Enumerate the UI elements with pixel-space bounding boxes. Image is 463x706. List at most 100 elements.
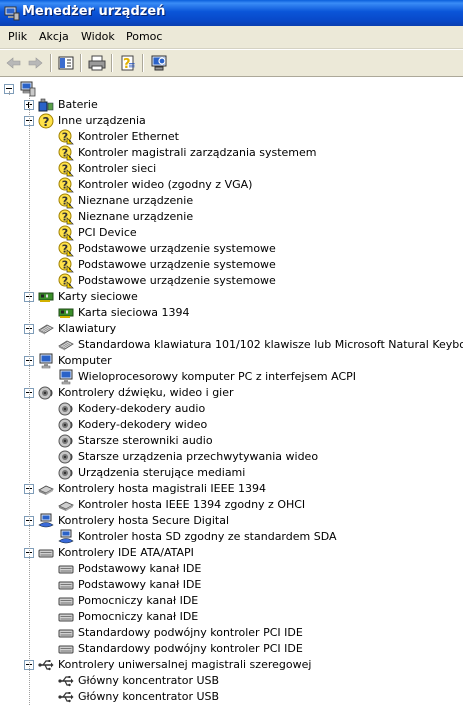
menu-pomoc[interactable]: Pomoc [126,30,162,43]
device-label: Pomocniczy kanał IDE [78,594,199,607]
device-label: Podstawowe urządzenie systemowe [78,274,276,287]
category-label: Karty sieciowe [58,290,138,303]
category-label: Kontrolery uniwersalnej magistrali szere… [58,658,312,671]
tree-category[interactable]: ? Inne urządzenia [0,113,463,129]
tree-device[interactable]: Kodery-dekodery audio [0,401,463,417]
warning-device-icon: ? [58,225,74,241]
device-label: Kontroler wideo (zgodny z VGA) [78,178,253,191]
help-icon[interactable]: ? ≡ [117,53,139,73]
window-title: Menedżer urządzeń [22,4,166,19]
ieee1394-icon [38,481,54,497]
warning-device-icon: ? [58,161,74,177]
device-tree[interactable]: Baterie ? Inne urządzenia? Kontroler Ethern… [0,77,463,706]
tree-device[interactable]: Starsze urządzenia przechwytywania wideo [0,449,463,465]
sd-host-icon [38,513,54,529]
tree-device[interactable]: Podstawowy kanał IDE [0,577,463,593]
keyboard-icon [38,321,54,337]
print-icon[interactable] [86,53,108,73]
toolbar: ? ≡ [0,49,463,77]
warning-device-icon: ? [58,129,74,145]
device-label: Starsze sterowniki audio [78,434,213,447]
device-label: Podstawowy kanał IDE [78,578,202,591]
toolbar-separator [111,54,113,72]
svg-text:≡: ≡ [128,61,136,71]
computer-node-icon [38,353,54,369]
tree-guide-line [9,91,10,95]
tree-device[interactable]: Kontroler hosta SD zgodny ze standardem … [0,529,463,545]
warning-device-icon: ? [58,209,74,225]
tree-device[interactable]: Standardowy podwójny kontroler PCI IDE [0,625,463,641]
scan-hardware-icon[interactable] [148,53,170,73]
tree-device[interactable]: Kontroler hosta IEEE 1394 zgodny z OHCI [0,497,463,513]
device-label: Wieloprocesorowy komputer PC z interfejs… [78,370,357,383]
tree-device[interactable]: Pomocniczy kanał IDE [0,609,463,625]
device-label: Pomocniczy kanał IDE [78,610,199,623]
tree-device[interactable]: ? Podstawowe urządzenie systemowe [0,257,463,273]
menu-plik[interactable]: Plik [8,30,27,43]
tree-device[interactable]: Standardowy podwójny kontroler PCI IDE [0,641,463,657]
menu-akcja[interactable]: Akcja [39,30,69,43]
tree-device[interactable]: Pomocniczy kanał IDE [0,593,463,609]
ide-icon [58,593,74,609]
device-label: Podstawowy kanał IDE [78,562,202,575]
category-label: Baterie [58,98,98,111]
tree-device[interactable]: Kodery-dekodery wideo [0,417,463,433]
sound-icon [58,401,74,417]
tree-category[interactable]: Kontrolery dźwięku, wideo i gier [0,385,463,401]
properties-view-icon[interactable] [55,53,77,73]
tree-device[interactable]: ? Nieznane urządzenie [0,209,463,225]
device-label: Urządzenia sterujące mediami [78,466,246,479]
tree-device[interactable]: Starsze sterowniki audio [0,433,463,449]
tree-category[interactable]: Komputer [0,353,463,369]
tree-device[interactable]: Urządzenia sterujące mediami [0,465,463,481]
tree-device[interactable]: ? PCI Device [0,225,463,241]
tree-device[interactable]: ? Kontroler magistrali zarządzania system… [0,145,463,161]
warning-device-icon: ? [58,177,74,193]
tree-root[interactable] [0,81,463,97]
ide-icon [58,625,74,641]
sound-icon [58,433,74,449]
category-label: Komputer [58,354,112,367]
tree-device[interactable]: Karta sieciowa 1394 [0,305,463,321]
tree-category[interactable]: Kontrolery uniwersalnej magistrali szere… [0,657,463,673]
tree-category[interactable]: Kontrolery hosta magistrali IEEE 1394 [0,481,463,497]
tree-category[interactable]: Kontrolery IDE ATA/ATAPI [0,545,463,561]
forward-icon[interactable] [24,53,46,73]
tree-device[interactable]: ? Kontroler sieci [0,161,463,177]
tree-category[interactable]: Klawiatury [0,321,463,337]
tree-device[interactable]: Wieloprocesorowy komputer PC z interfejs… [0,369,463,385]
tree-category[interactable]: Karty sieciowe [0,289,463,305]
tree-category[interactable]: Baterie [0,97,463,113]
device-manager-icon [4,6,20,21]
category-label: Kontrolery hosta Secure Digital [58,514,230,527]
ide-icon [38,545,54,561]
device-label: Kontroler hosta IEEE 1394 zgodny z OHCI [78,498,306,511]
usb-icon [58,689,74,705]
tree-device[interactable]: Standardowa klawiatura 101/102 klawisze … [0,337,463,353]
tree-device[interactable]: Podstawowy kanał IDE [0,561,463,577]
device-label: PCI Device [78,226,137,239]
back-icon[interactable] [3,53,25,73]
device-label: Kodery-dekodery audio [78,402,206,415]
tree-device[interactable]: ? Nieznane urządzenie [0,193,463,209]
category-label: Kontrolery hosta magistrali IEEE 1394 [58,482,267,495]
device-label: Standardowa klawiatura 101/102 klawisze … [78,338,463,351]
menu-widok[interactable]: Widok [81,30,115,43]
device-label: Karta sieciowa 1394 [78,306,190,319]
tree-device[interactable]: ? Kontroler wideo (zgodny z VGA) [0,177,463,193]
warning-device-icon: ? [58,273,74,289]
tree-device[interactable]: ? Podstawowe urządzenie systemowe [0,241,463,257]
tree-device[interactable]: ? Podstawowe urządzenie systemowe [0,273,463,289]
tree-device[interactable]: Główny koncentrator USB [0,673,463,689]
device-label: Główny koncentrator USB [78,690,220,703]
sound-icon [58,449,74,465]
ide-icon [58,609,74,625]
tree-device[interactable]: ? Kontroler Ethernet [0,129,463,145]
tree-device[interactable]: Główny koncentrator USB [0,689,463,705]
network-card-icon [38,289,54,305]
device-label: Nieznane urządzenie [78,210,194,223]
sd-host-icon [58,529,74,545]
tree-category[interactable]: Kontrolery hosta Secure Digital [0,513,463,529]
warning-device-icon: ? [58,145,74,161]
sound-icon [58,417,74,433]
